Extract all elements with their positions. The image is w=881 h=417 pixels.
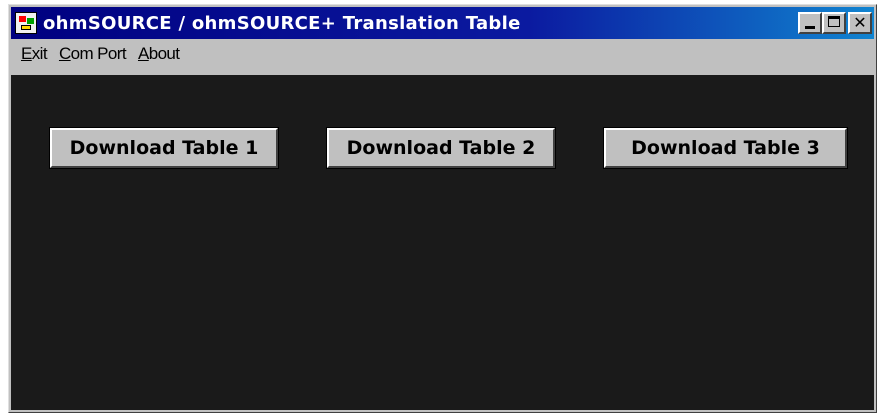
menu-com-port-accel: C	[58, 44, 71, 63]
menu-exit-label: xit	[31, 44, 48, 63]
download-table-2-button[interactable]: Download Table 2	[326, 127, 556, 169]
menu-exit-accel: E	[21, 44, 32, 63]
menu-bar: Exit Com Port About	[11, 39, 874, 69]
client-area: Download Table 1 Download Table 2 Downlo…	[11, 75, 874, 410]
menu-about-accel: A	[137, 44, 149, 63]
download-table-3-button[interactable]: Download Table 3	[603, 127, 848, 169]
menu-about-label: bout	[148, 44, 180, 63]
close-button[interactable]: ✕	[848, 12, 872, 34]
download-table-1-button[interactable]: Download Table 1	[49, 127, 279, 169]
window-title: ohmSOURCE / ohmSOURCE+ Translation Table	[43, 12, 521, 34]
title-bar[interactable]: ohmSOURCE / ohmSOURCE+ Translation Table…	[11, 7, 874, 39]
app-icon[interactable]	[15, 12, 37, 34]
minimize-button[interactable]	[798, 12, 822, 34]
maximize-button[interactable]	[822, 12, 846, 34]
menu-about[interactable]: About	[132, 44, 185, 64]
menu-com-port-label: om Port	[70, 44, 127, 63]
minimize-icon	[805, 26, 815, 29]
close-icon: ✕	[853, 13, 867, 32]
menu-com-port[interactable]: Com Port	[53, 44, 132, 64]
window-controls: ✕	[798, 12, 872, 34]
maximize-icon	[828, 16, 840, 27]
menu-exit[interactable]: Exit	[15, 44, 53, 64]
app-window: ohmSOURCE / ohmSOURCE+ Translation Table…	[8, 4, 877, 413]
